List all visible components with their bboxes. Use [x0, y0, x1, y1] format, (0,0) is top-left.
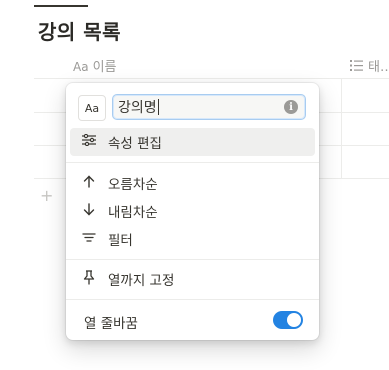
- menu-divider: [66, 259, 319, 260]
- menu-divider: [66, 162, 319, 163]
- wrap-column-label: 열 줄바꿈: [84, 316, 138, 332]
- table-header: Aa이름 태…: [34, 50, 389, 79]
- wrap-column-toggle[interactable]: [273, 311, 303, 329]
- property-name-value: 강의명: [118, 100, 157, 116]
- freeze-column-label: 열까지 고정: [108, 273, 175, 289]
- sort-descending-item[interactable]: 내림차순: [70, 197, 315, 225]
- sort-ascending-label: 오름차순: [108, 177, 158, 193]
- property-menu: Aa 강의명 i 속성 편집 오름차순 내림차순 필터 열까지 고정 열 줄바꿈: [66, 83, 319, 340]
- edit-property-label: 속성 편집: [108, 136, 162, 152]
- freeze-column-item[interactable]: 열까지 고정: [70, 265, 315, 293]
- database-title[interactable]: 강의 목록: [38, 16, 121, 45]
- text-type-icon: Aa: [73, 60, 89, 74]
- info-icon[interactable]: i: [284, 100, 298, 114]
- sliders-icon: [80, 133, 98, 150]
- column-header-name[interactable]: Aa 이름: [73, 56, 116, 75]
- toggle-knob: [287, 313, 301, 327]
- column-header-tags[interactable]: 태…: [350, 56, 389, 75]
- column-header-tags-label: 태…: [368, 60, 389, 75]
- edit-property-item[interactable]: 속성 편집: [70, 128, 315, 156]
- column-divider: [341, 78, 342, 178]
- sort-ascending-item[interactable]: 오름차순: [70, 169, 315, 197]
- arrow-down-icon: [80, 202, 98, 220]
- text-caret: [157, 99, 159, 115]
- filter-item[interactable]: 필터: [70, 225, 315, 253]
- property-icon-picker[interactable]: Aa: [78, 95, 106, 121]
- sort-descending-label: 내림차순: [108, 205, 158, 221]
- new-row-plus-icon[interactable]: +: [40, 186, 53, 205]
- menu-divider: [66, 299, 319, 300]
- view-tab-underline: [34, 5, 88, 7]
- arrow-up-icon: [80, 175, 98, 192]
- property-name-input[interactable]: 강의명 i: [112, 94, 306, 120]
- pin-icon: [80, 269, 98, 289]
- filter-icon: [80, 231, 98, 247]
- filter-label: 필터: [108, 233, 133, 249]
- column-header-name-label: 이름: [92, 60, 117, 75]
- list-icon: [350, 60, 364, 75]
